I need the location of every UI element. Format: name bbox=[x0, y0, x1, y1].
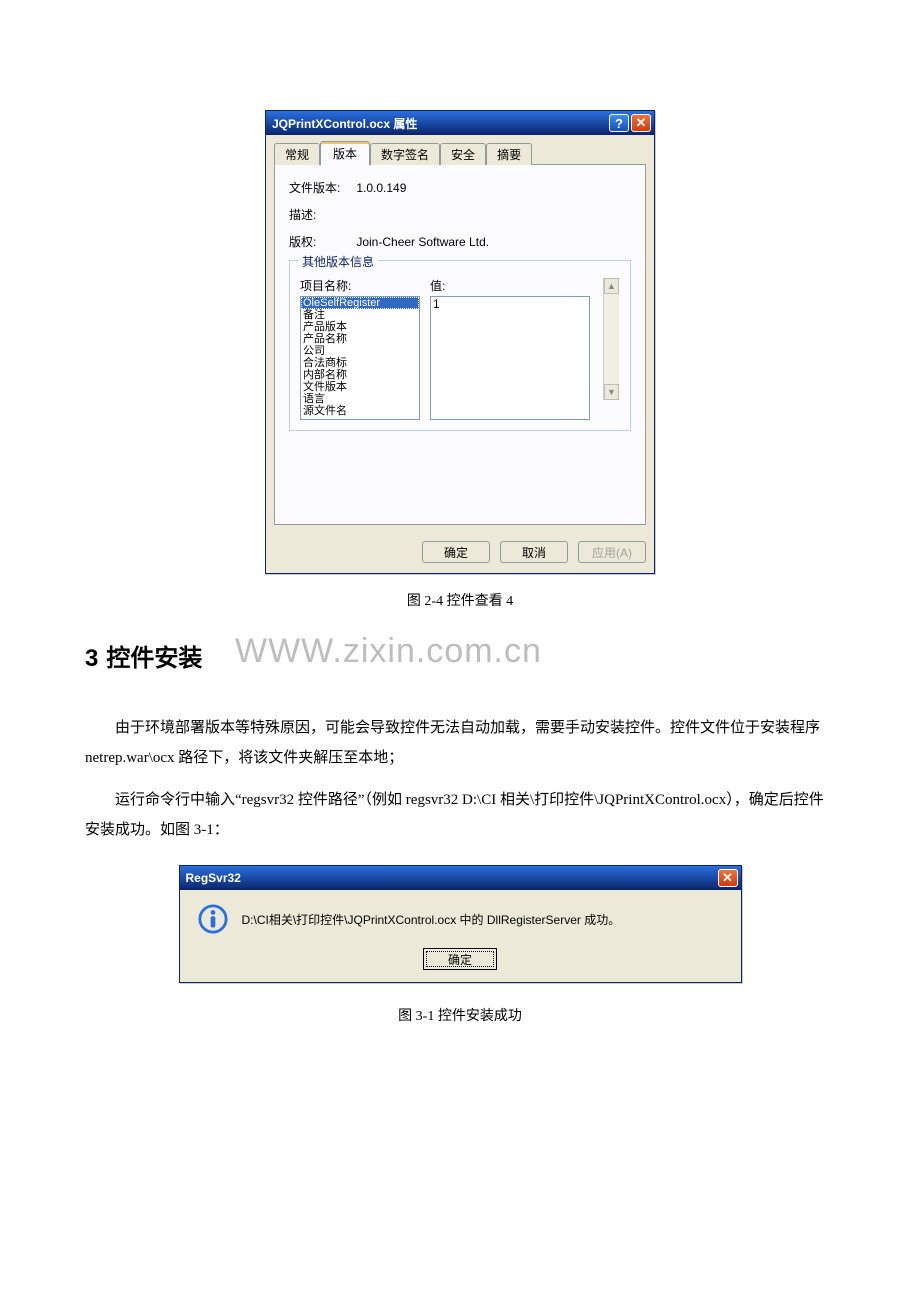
ok-button[interactable]: 确定 bbox=[423, 948, 497, 970]
section-heading: 3 控件安装 bbox=[85, 638, 835, 673]
value-box: 1 ▲ ▼ bbox=[430, 296, 590, 420]
scrollbar[interactable]: ▲ ▼ bbox=[603, 278, 619, 400]
list-item[interactable]: 备注 bbox=[301, 309, 419, 321]
ok-button[interactable]: 确定 bbox=[422, 541, 490, 563]
tab-digital-sig[interactable]: 数字签名 bbox=[370, 143, 440, 165]
list-item[interactable]: 公司 bbox=[301, 345, 419, 357]
figure-caption-3-1: 图 3-1 控件安装成功 bbox=[85, 1005, 835, 1025]
name-column: 项目名称: OleSelfRegister 备注 产品版本 产品名称 公司 合法… bbox=[300, 277, 420, 420]
field-copyright: 版权: Join-Cheer Software Ltd. bbox=[289, 233, 631, 250]
title-text: RegSvr32 bbox=[186, 871, 716, 885]
name-header: 项目名称: bbox=[300, 277, 420, 294]
list-item[interactable]: OleSelfRegister bbox=[301, 297, 419, 309]
titlebar: RegSvr32 ✕ bbox=[180, 866, 741, 890]
other-version-group: 其他版本信息 项目名称: OleSelfRegister 备注 产品版本 产品名… bbox=[289, 260, 631, 431]
title-text: JQPrintXControl.ocx 属性 bbox=[272, 115, 607, 132]
scroll-up-icon[interactable]: ▲ bbox=[604, 278, 619, 294]
list-item[interactable]: 语言 bbox=[301, 393, 419, 405]
dialog-body: 常规 版本 数字签名 安全 摘要 文件版本: 1.0.0.149 描述: 版权:… bbox=[266, 135, 654, 533]
heading-number: 3 bbox=[85, 645, 98, 672]
info-icon bbox=[198, 904, 228, 934]
list-item[interactable]: 文件版本 bbox=[301, 381, 419, 393]
close-icon[interactable]: ✕ bbox=[718, 869, 738, 887]
label: 描述: bbox=[289, 206, 353, 223]
tab-strip: 常规 版本 数字签名 安全 摘要 bbox=[274, 143, 646, 165]
close-icon[interactable]: ✕ bbox=[631, 114, 651, 132]
cancel-button[interactable]: 取消 bbox=[500, 541, 568, 563]
paragraph-2: 运行命令行中输入“regsvr32 控件路径”（例如 regsvr32 D:\C… bbox=[85, 785, 835, 845]
tab-summary[interactable]: 摘要 bbox=[486, 143, 532, 165]
field-file-version: 文件版本: 1.0.0.149 bbox=[289, 179, 631, 196]
message-text: D:\CI相关\打印控件\JQPrintXControl.ocx 中的 DllR… bbox=[242, 911, 621, 928]
paragraph-1: 由于环境部署版本等特殊原因，可能会导致控件无法自动加载，需要手动安装控件。控件文… bbox=[85, 713, 835, 773]
titlebar: JQPrintXControl.ocx 属性 ? ✕ bbox=[266, 111, 654, 135]
dialog-body: D:\CI相关\打印控件\JQPrintXControl.ocx 中的 DllR… bbox=[180, 890, 741, 982]
list-item[interactable]: 内部名称 bbox=[301, 369, 419, 381]
label: 文件版本: bbox=[289, 179, 353, 196]
dialog-buttons: 确定 取消 应用(A) bbox=[266, 533, 654, 573]
help-icon[interactable]: ? bbox=[609, 114, 629, 132]
group-legend: 其他版本信息 bbox=[298, 253, 378, 270]
message-row: D:\CI相关\打印控件\JQPrintXControl.ocx 中的 DllR… bbox=[198, 904, 723, 934]
scroll-down-icon[interactable]: ▼ bbox=[604, 384, 619, 400]
regsvr32-dialog: RegSvr32 ✕ D:\CI相关\打印控件\JQPrintXControl.… bbox=[179, 865, 742, 983]
value: Join-Cheer Software Ltd. bbox=[356, 235, 489, 249]
tab-security[interactable]: 安全 bbox=[440, 143, 486, 165]
value-column: 值: 1 ▲ ▼ bbox=[430, 277, 620, 420]
list-item[interactable]: 源文件名 bbox=[301, 405, 419, 417]
list-item[interactable]: 产品版本 bbox=[301, 321, 419, 333]
properties-dialog: JQPrintXControl.ocx 属性 ? ✕ 常规 版本 数字签名 安全… bbox=[265, 110, 655, 574]
tab-general[interactable]: 常规 bbox=[274, 143, 320, 165]
heading-text: 控件安装 bbox=[106, 645, 202, 672]
field-description: 描述: bbox=[289, 206, 631, 223]
document-page: JQPrintXControl.ocx 属性 ? ✕ 常规 版本 数字签名 安全… bbox=[0, 0, 920, 1113]
tab-panel: 文件版本: 1.0.0.149 描述: 版权: Join-Cheer Softw… bbox=[274, 165, 646, 525]
label: 版权: bbox=[289, 233, 353, 250]
list-item[interactable]: 产品名称 bbox=[301, 333, 419, 345]
value-text: 1 bbox=[433, 297, 440, 311]
figure-caption-2-4: 图 2-4 控件查看 4 bbox=[85, 590, 835, 610]
list-item[interactable]: 合法商标 bbox=[301, 357, 419, 369]
value-header: 值: bbox=[430, 277, 620, 294]
section-heading-wrap: WWW.zixin.com.cn 3控件安装 bbox=[85, 638, 835, 673]
value: 1.0.0.149 bbox=[356, 181, 406, 195]
apply-button: 应用(A) bbox=[578, 541, 646, 563]
tab-version[interactable]: 版本 bbox=[320, 141, 370, 166]
items-listbox[interactable]: OleSelfRegister 备注 产品版本 产品名称 公司 合法商标 内部名… bbox=[300, 296, 420, 420]
